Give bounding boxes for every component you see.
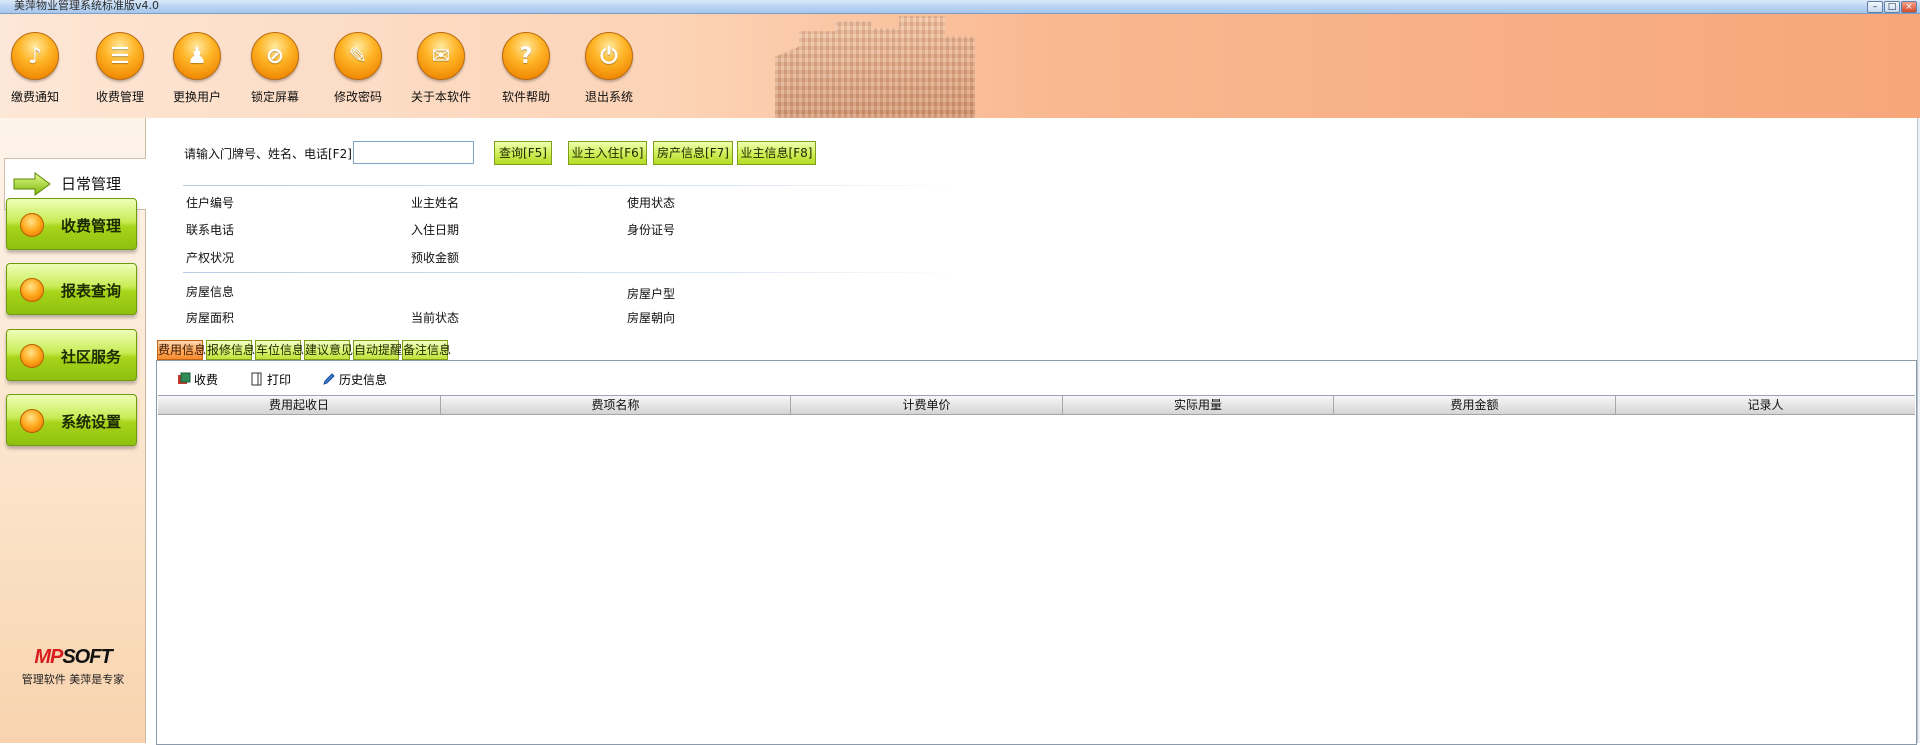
field-house-info: 房屋信息 [186,285,235,299]
field-use-status: 使用状态 [627,196,676,210]
ledger-icon: ☰ [96,32,144,80]
search-label: 请输入门牌号、姓名、电话[F2] [184,147,352,161]
minimize-button[interactable]: – [1867,1,1883,13]
orange-dot-icon [20,213,44,237]
orange-dot-icon [20,409,44,433]
bell-notice-icon: ♪ [11,32,59,80]
history-button[interactable]: 历史信息 [322,370,387,388]
field-orientation: 房屋朝向 [627,311,676,325]
field-ownership: 产权状况 [186,251,235,265]
cash-icon [177,372,191,386]
green-arrow-icon [13,172,51,196]
field-phone: 联系电话 [186,223,235,237]
toolbar-fee-management-button[interactable]: ☰ 收费管理 [80,32,160,105]
maximize-button[interactable]: □ [1884,1,1900,13]
charge-button[interactable]: 收费 [177,370,218,388]
toolbar-lock-screen-button[interactable]: ⊘ 锁定屏幕 [235,32,315,105]
help-icon: ? [502,32,550,80]
print-button[interactable]: 打印 [250,370,291,388]
property-info-button[interactable]: 房产信息[F7] [653,141,733,165]
lock-screen-icon: ⊘ [251,32,299,80]
toolbar-help-button[interactable]: ? 软件帮助 [486,32,566,105]
power-icon: ⏻ [585,32,633,80]
column-header-fee-amount[interactable]: 费用金额 [1334,396,1616,414]
sidebar-item-community-service[interactable]: 社区服务 [6,329,137,381]
column-header-recorder[interactable]: 记录人 [1616,396,1915,414]
sidebar: 日常管理 收费管理 报表查询 社区服务 系统设置 MPSOFT 管理软件 美萍是… [0,118,146,743]
sidebar-item-system-settings[interactable]: 系统设置 [6,394,137,446]
pencil-icon [322,372,336,386]
printer-icon [250,372,264,386]
column-header-actual-usage[interactable]: 实际用量 [1063,396,1334,414]
field-id-no: 身份证号 [627,223,676,237]
owner-move-in-button[interactable]: 业主入住[F6] [568,141,647,165]
logo-slogan: 管理软件 美萍是专家 [21,673,125,686]
close-button[interactable]: × [1901,1,1917,13]
sidebar-item-report-query[interactable]: 报表查询 [6,263,137,315]
main-toolbar: ♪ 缴费通知 ☰ 收费管理 ♟ 更换用户 ⊘ 锁定屏幕 ✎ 修改密码 ✉ 关于本… [0,14,1920,118]
fee-table-header: 费用起收日 费项名称 计费单价 实际用量 费用金额 记录人 [158,396,1915,415]
key-icon: ✎ [334,32,382,80]
column-header-start-date[interactable]: 费用起收日 [158,396,441,414]
about-icon: ✉ [417,32,465,80]
field-move-in-date: 入住日期 [411,223,460,237]
sidebar-item-fee-management[interactable]: 收费管理 [6,198,137,250]
search-input[interactable] [353,141,474,164]
mpsoft-logo: MPSOFT 管理软件 美萍是专家 [10,646,136,687]
tab-suggestions[interactable]: 建议意见 [304,340,353,360]
toolbar-about-button[interactable]: ✉ 关于本软件 [401,32,481,105]
fee-table[interactable]: 费用起收日 费项名称 计费单价 实际用量 费用金额 记录人 [158,395,1915,743]
field-area: 房屋面积 [186,311,235,325]
tab-remarks[interactable]: 备注信息 [402,340,451,360]
divider [183,185,963,186]
field-house-type: 房屋户型 [627,287,676,301]
tab-repair-info[interactable]: 报修信息 [206,340,255,360]
column-header-fee-name[interactable]: 费项名称 [441,396,791,414]
user-switch-icon: ♟ [173,32,221,80]
main-panel: 请输入门牌号、姓名、电话[F2] 查询[F5] 业主入住[F6] 房产信息[F7… [147,118,1920,745]
query-button[interactable]: 查询[F5] [494,141,552,165]
field-prepaid: 预收金额 [411,251,460,265]
toolbar-exit-button[interactable]: ⏻ 退出系统 [569,32,649,105]
sidebar-active-label: 日常管理 [61,175,122,193]
building-banner-image [775,16,975,118]
window-title: 美萍物业管理系统标准版v4.0 [14,0,160,12]
field-current-status: 当前状态 [411,311,460,325]
field-room-no: 住户编号 [186,196,235,210]
orange-dot-icon [20,278,44,302]
toolbar-switch-user-button[interactable]: ♟ 更换用户 [157,32,237,105]
title-bar: 美萍物业管理系统标准版v4.0 – □ × [0,0,1920,14]
field-owner-name: 业主姓名 [411,196,460,210]
column-header-unit-price[interactable]: 计费单价 [791,396,1063,414]
tab-fee-info[interactable]: 费用信息 [157,340,206,360]
fee-info-panel: 收费 打印 历史信息 费用起收日 费项名称 计费单价 实际用量 费用金额 记录人 [156,360,1917,745]
owner-info-button[interactable]: 业主信息[F8] [737,141,816,165]
tab-auto-reminder[interactable]: 自动提醒 [353,340,402,360]
divider [183,272,963,273]
orange-dot-icon [20,344,44,368]
toolbar-payment-notice-button[interactable]: ♪ 缴费通知 [0,32,75,105]
tab-parking-info[interactable]: 车位信息 [255,340,304,360]
toolbar-change-password-button[interactable]: ✎ 修改密码 [318,32,398,105]
